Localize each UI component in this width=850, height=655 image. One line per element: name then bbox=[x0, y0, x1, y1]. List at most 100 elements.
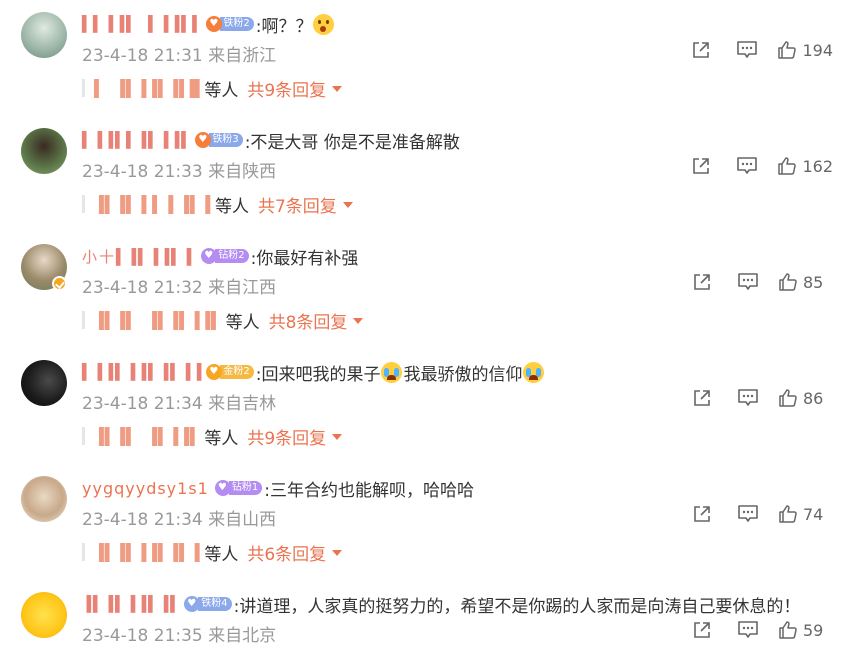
username[interactable]: yygqyydsy1s1 bbox=[82, 479, 209, 498]
reply-summary[interactable]: ▌ ▐▌▐▐▌▐▌█ 等人 共9条回复 bbox=[82, 76, 343, 101]
fan-badge[interactable]: 钻粉2 bbox=[201, 248, 249, 264]
comment-icon bbox=[737, 157, 758, 174]
comment-actions: 85 bbox=[692, 272, 831, 292]
heart-icon bbox=[214, 480, 231, 496]
comment-item: ▐▌▐▌▐▐▌▐▌ 铁粉4 :讲道理，人家真的挺努力的，希望不是你踢的人家而是向… bbox=[0, 580, 850, 655]
fan-badge-label: 钻粉1 bbox=[228, 481, 263, 495]
username[interactable]: ▌▌▐▐▌ ▌▐▐▌▌ bbox=[82, 15, 203, 33]
caret-down-icon[interactable] bbox=[332, 550, 343, 556]
reply-button[interactable] bbox=[736, 40, 758, 60]
avatar[interactable] bbox=[21, 476, 67, 522]
reply-total-link[interactable]: 共6条回复 bbox=[247, 540, 326, 565]
comment-time: 23-4-18 21:32 bbox=[82, 278, 203, 298]
like-button[interactable]: 162 bbox=[777, 156, 833, 176]
username[interactable]: ▌▐▐▌▌▐▌▐▐▌ bbox=[82, 131, 192, 149]
reply-button[interactable] bbox=[737, 388, 759, 408]
comment-text: :讲道理，人家真的挺努力的，希望不是你踢的人家而是向涛自己要休息的！ bbox=[233, 596, 801, 617]
reply-summary[interactable]: ▐▌▐▌▐▐▌▐▌▐ 等人 共6条回复 bbox=[82, 540, 343, 565]
share-button[interactable] bbox=[692, 272, 712, 292]
reply-button[interactable] bbox=[737, 504, 759, 524]
comment-meta: 23-4-18 21:32 来自江西 bbox=[82, 273, 276, 298]
thumb-up-icon bbox=[778, 157, 797, 175]
reply-total-link[interactable]: 共9条回复 bbox=[247, 76, 326, 101]
comment-item: yygqyydsy1s1 钻粉1 :三年合约也能解呗，哈哈哈 23-4-18 2… bbox=[0, 464, 850, 580]
like-button[interactable]: 194 bbox=[777, 40, 833, 60]
avatar[interactable] bbox=[21, 360, 67, 406]
username[interactable]: ▌▐▐▌▐▐▌▐▌▐▐ bbox=[82, 363, 203, 381]
avatar[interactable] bbox=[21, 592, 67, 638]
reply-suffix: 等人 bbox=[204, 428, 239, 449]
like-button[interactable]: 74 bbox=[778, 504, 831, 524]
comment-actions: 74 bbox=[692, 504, 831, 524]
reply-summary[interactable]: ▐▌▐▌ ▐▌▐▌▐▐▌ 等人 共8条回复 bbox=[82, 308, 364, 333]
comment-item: ▌▌▐▐▌ ▌▐▐▌▌ 铁粉2 :啊？？ 23-4-18 21:31 来自浙江 … bbox=[0, 0, 850, 116]
comment-icon bbox=[738, 273, 758, 290]
fan-badge[interactable]: 金粉2 bbox=[206, 364, 254, 380]
reply-usernames[interactable]: ▐▌▐▌ ▐▌▐▐▌ bbox=[94, 427, 200, 446]
like-button[interactable]: 85 bbox=[778, 272, 831, 292]
reply-usernames[interactable]: ▌ ▐▌▐▐▌▐▌█ bbox=[94, 79, 200, 98]
caret-down-icon[interactable] bbox=[332, 86, 343, 92]
share-button[interactable] bbox=[692, 504, 712, 524]
comment-header: ▌▐▐▌▌▐▌▐▐▌ 铁粉3 :不是大哥 你是不是准备解散 bbox=[82, 128, 460, 153]
reply-summary[interactable]: ▐▌▐▌▐▐ ▌▐▌▐ 等人 共7条回复 bbox=[82, 192, 353, 217]
comment-text: :回来吧我的果子 bbox=[255, 364, 381, 385]
comment-header: ▐▌▐▌▐▐▌▐▌ 铁粉4 :讲道理，人家真的挺努力的，希望不是你踢的人家而是向… bbox=[82, 592, 801, 617]
comment-text-suffix: 我最骄傲的信仰 bbox=[403, 364, 523, 385]
reply-suffix: 等人 bbox=[225, 312, 260, 333]
caret-down-icon[interactable] bbox=[332, 434, 343, 440]
fan-badge[interactable]: 铁粉2 bbox=[206, 16, 254, 32]
avatar[interactable] bbox=[21, 12, 67, 58]
cry-emoji-icon bbox=[523, 361, 545, 383]
reply-summary[interactable]: ▐▌▐▌ ▐▌▐▐▌ 等人 共9条回复 bbox=[82, 424, 343, 449]
reply-suffix: 等人 bbox=[214, 196, 249, 217]
share-button[interactable] bbox=[691, 40, 711, 60]
comment-time: 23-4-18 21:33 bbox=[82, 162, 203, 182]
username[interactable]: 小十▌▐▌▐▐▌▐ bbox=[82, 246, 193, 267]
share-icon bbox=[694, 506, 710, 522]
comment-location: 来自吉林 bbox=[208, 394, 277, 414]
divider bbox=[82, 195, 85, 213]
reply-total-link[interactable]: 共7条回复 bbox=[258, 192, 337, 217]
comment-location: 来自江西 bbox=[208, 278, 277, 298]
like-button[interactable]: 59 bbox=[778, 620, 831, 640]
reply-usernames[interactable]: ▐▌▐▌ ▐▌▐▌▐▐▌ bbox=[94, 311, 222, 330]
comment-meta: 23-4-18 21:34 来自山西 bbox=[82, 505, 276, 530]
share-icon bbox=[693, 42, 710, 58]
share-button[interactable] bbox=[691, 156, 711, 176]
fan-badge-label: 钻粉2 bbox=[215, 249, 249, 263]
fan-badge[interactable]: 钻粉1 bbox=[214, 480, 263, 496]
verified-badge-icon bbox=[52, 276, 67, 291]
comment-meta: 23-4-18 21:31 来自浙江 bbox=[82, 41, 276, 66]
reply-usernames[interactable]: ▐▌▐▌▐▐ ▌▐▌▐ bbox=[94, 195, 211, 214]
comment-location: 来自山西 bbox=[208, 510, 277, 530]
divider bbox=[82, 79, 85, 97]
fan-badge-label: 铁粉4 bbox=[198, 597, 232, 611]
caret-down-icon[interactable] bbox=[353, 318, 364, 324]
like-button[interactable]: 86 bbox=[778, 388, 831, 408]
fan-badge[interactable]: 铁粉3 bbox=[195, 132, 243, 148]
avatar[interactable] bbox=[21, 128, 67, 174]
reply-button[interactable] bbox=[737, 272, 759, 292]
reply-total-link[interactable]: 共9条回复 bbox=[247, 424, 326, 449]
fan-badge-label: 铁粉2 bbox=[220, 17, 254, 31]
share-button[interactable] bbox=[692, 388, 712, 408]
comment-header: 小十▌▐▌▐▐▌▐ 钻粉2 :你最好有补强 bbox=[82, 244, 358, 269]
reply-button[interactable] bbox=[737, 620, 759, 640]
comment-icon bbox=[738, 621, 758, 638]
like-count: 86 bbox=[803, 388, 824, 408]
thumb-up-icon bbox=[779, 505, 797, 523]
username[interactable]: ▐▌▐▌▐▐▌▐▌ bbox=[82, 595, 181, 613]
thumb-up-icon bbox=[778, 41, 797, 59]
reply-total-link[interactable]: 共8条回复 bbox=[269, 308, 348, 333]
fan-badge[interactable]: 铁粉4 bbox=[184, 596, 232, 612]
share-icon bbox=[693, 158, 710, 174]
reply-usernames[interactable]: ▐▌▐▌▐▐▌▐▌▐ bbox=[94, 543, 200, 562]
cry-emoji-icon bbox=[381, 361, 403, 383]
caret-down-icon[interactable] bbox=[342, 202, 353, 208]
comment-text: :啊？？ bbox=[255, 16, 313, 37]
comment-location: 来自北京 bbox=[208, 626, 277, 646]
reply-button[interactable] bbox=[736, 156, 758, 176]
share-button[interactable] bbox=[692, 620, 712, 640]
reply-suffix: 等人 bbox=[204, 80, 239, 101]
